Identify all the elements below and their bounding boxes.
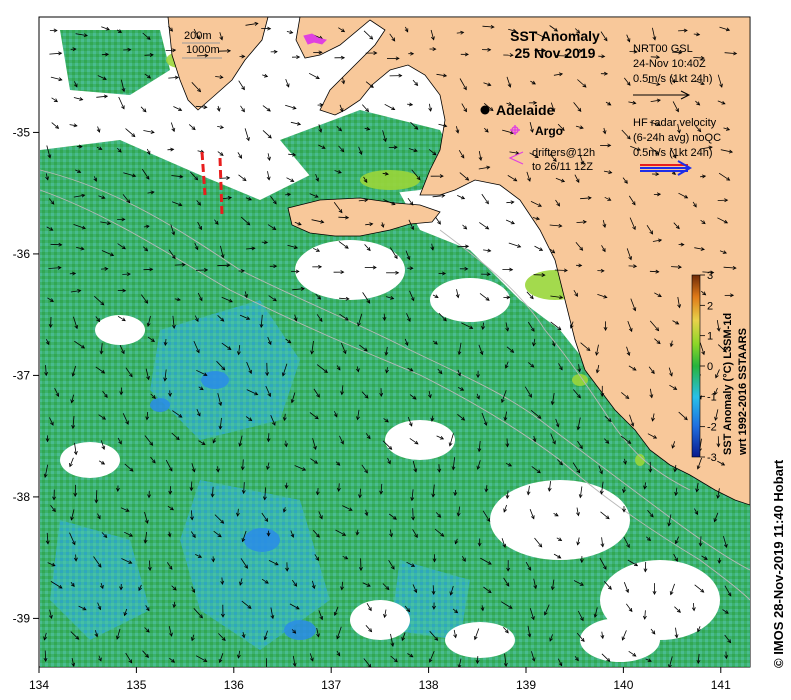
current-vector xyxy=(457,245,469,248)
y-tick-label: -39 xyxy=(13,611,31,625)
x-tick-label: 141 xyxy=(711,678,731,692)
current-vector xyxy=(95,490,98,503)
argo-label: Argo xyxy=(535,124,563,138)
colorbar-label-1: SST Anomaly (°C) L3SM-1d xyxy=(722,313,734,455)
colorbar-tick-label: 1 xyxy=(707,331,713,343)
colorbar-tick-label: 3 xyxy=(707,270,713,282)
depth-200m-label: 200m xyxy=(184,30,212,42)
current-vector xyxy=(50,243,62,246)
colorbar-label-2: wrt 1992-2016 SSTAARS xyxy=(737,328,749,456)
drifter-legend-line2: to 26/11 12Z xyxy=(532,161,593,173)
x-tick-label: 138 xyxy=(419,678,439,692)
depth-1000m-label: 1000m xyxy=(186,44,220,56)
x-tick-label: 134 xyxy=(29,678,49,692)
radar-legend-line3: 0.5m/s (1kt 24h) xyxy=(633,147,712,159)
current-vector xyxy=(217,264,230,267)
y-tick-label: -35 xyxy=(13,125,31,139)
current-vector xyxy=(554,269,568,271)
colorbar-tick-label: -3 xyxy=(707,452,717,464)
current-legend-line2: 24-Nov 10:40Z xyxy=(633,58,706,70)
x-axis: 134 135 136 137 138 139 140 141 xyxy=(29,667,731,692)
drifter-legend-line1: drifters@12h xyxy=(532,147,595,159)
x-tick-label: 140 xyxy=(613,678,633,692)
colorbar-tick-label: -2 xyxy=(707,422,717,434)
x-tick-label: 137 xyxy=(321,678,341,692)
adelaide-label: Adelaide xyxy=(496,102,555,118)
x-tick-label: 139 xyxy=(516,678,536,692)
sst-anomaly-map: Adelaide Argo drifters@12h to 26/11 12Z … xyxy=(13,16,786,692)
y-tick-label: -36 xyxy=(13,247,31,261)
y-tick-label: -37 xyxy=(13,368,31,382)
current-vector xyxy=(165,49,176,51)
colorbar-gradient xyxy=(691,274,701,458)
current-legend-line3: 0.5m/s (1kt 24h) xyxy=(633,73,712,85)
current-vector-head xyxy=(265,668,268,671)
y-axis: -35 -36 -37 -38 -39 xyxy=(13,125,39,625)
map-date: 25 Nov 2019 xyxy=(515,45,596,61)
colorbar-tick-label: -1 xyxy=(707,391,717,403)
current-vector xyxy=(195,269,208,271)
credit-text: © IMOS 28-Nov-2019 11:40 Hobart xyxy=(771,459,786,668)
current-vector xyxy=(412,508,414,520)
adelaide-marker xyxy=(480,105,490,115)
y-tick-label: -38 xyxy=(13,490,31,504)
x-tick-label: 136 xyxy=(224,678,244,692)
map-title: SST Anomaly xyxy=(510,28,600,44)
current-legend-line1: NRT00 GSL xyxy=(633,43,693,55)
current-vector xyxy=(44,650,47,662)
colorbar-tick-label: 0 xyxy=(707,361,713,373)
radar-legend-line2: (6-24h avg) noQC xyxy=(633,132,721,144)
radar-legend-line1: HF radar velocity xyxy=(633,117,717,129)
colorbar-tick-label: 2 xyxy=(707,300,713,312)
x-tick-label: 135 xyxy=(126,678,146,692)
